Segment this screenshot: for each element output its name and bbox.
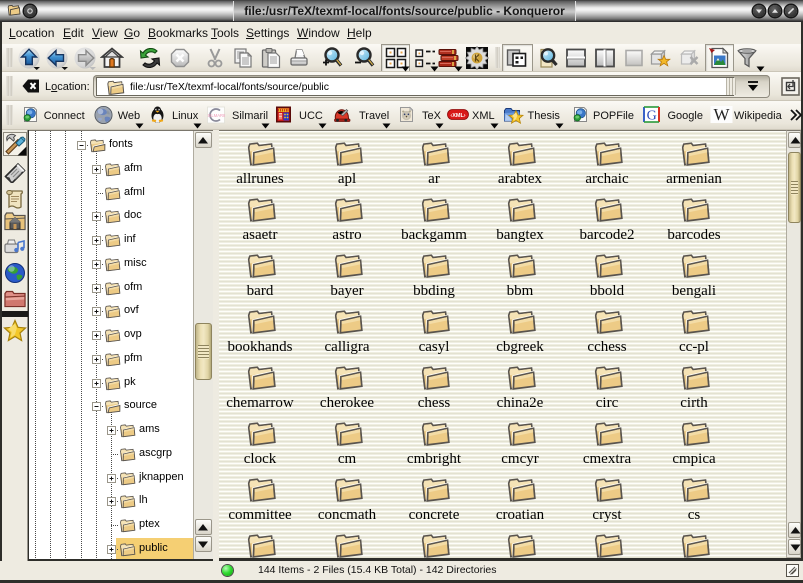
svg-text:SILMARIL: SILMARIL <box>207 113 225 118</box>
svg-text:G: G <box>647 109 657 123</box>
svg-text:‹XML›: ‹XML› <box>450 113 465 119</box>
svg-text:W: W <box>713 106 730 123</box>
